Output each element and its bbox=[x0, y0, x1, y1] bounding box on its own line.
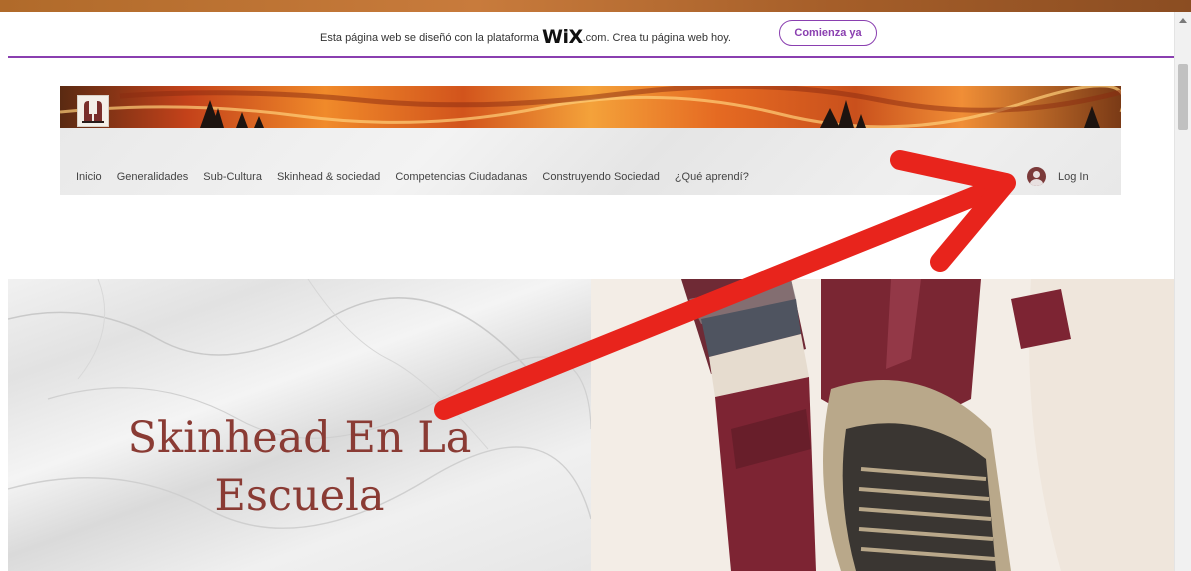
main-nav: Inicio Generalidades Sub-Cultura Skinhea… bbox=[76, 171, 749, 183]
wix-promo-text-before: Esta página web se diseñó con la platafo… bbox=[320, 32, 539, 44]
header-nav-background bbox=[60, 128, 1121, 195]
hero-boots-image bbox=[591, 279, 1174, 571]
wix-logo: WiX bbox=[541, 26, 583, 48]
nav-item-competencias-ciudadanas[interactable]: Competencias Ciudadanas bbox=[395, 171, 527, 183]
hero-title-line-2: Escuela bbox=[214, 471, 385, 521]
sunset-header-image bbox=[60, 86, 1121, 128]
wix-promo-text: Esta página web se diseñó con la platafo… bbox=[320, 26, 731, 48]
user-avatar-icon[interactable] bbox=[1027, 167, 1046, 186]
wix-promo-banner: Esta página web se diseñó con la platafo… bbox=[8, 12, 1174, 58]
browser-top-strip bbox=[0, 0, 1191, 12]
site-logo[interactable] bbox=[77, 95, 109, 127]
nav-item-sub-cultura[interactable]: Sub-Cultura bbox=[203, 171, 262, 183]
site-header: Inicio Generalidades Sub-Cultura Skinhea… bbox=[60, 86, 1121, 195]
nav-item-generalidades[interactable]: Generalidades bbox=[117, 171, 189, 183]
scroll-up-arrow-icon[interactable] bbox=[1179, 18, 1187, 23]
nav-item-que-aprendi[interactable]: ¿Qué aprendí? bbox=[675, 171, 749, 183]
hero-title-line-1: Skinhead En La bbox=[127, 413, 472, 463]
nav-item-construyendo-sociedad[interactable]: Construyendo Sociedad bbox=[542, 171, 659, 183]
wix-promo-text-after: .com. Crea tu página web hoy. bbox=[582, 32, 731, 44]
scrollbar-thumb[interactable] bbox=[1178, 64, 1188, 130]
nav-item-skinhead-sociedad[interactable]: Skinhead & sociedad bbox=[277, 171, 380, 183]
hero-title: Skinhead En La Escuela bbox=[8, 409, 591, 525]
vertical-scrollbar[interactable] bbox=[1174, 12, 1191, 571]
login-button[interactable]: Log In bbox=[1027, 167, 1089, 186]
login-label[interactable]: Log In bbox=[1058, 171, 1089, 183]
comienza-ya-button[interactable]: Comienza ya bbox=[779, 20, 877, 46]
nav-item-inicio[interactable]: Inicio bbox=[76, 171, 102, 183]
hero-marble-panel: Skinhead En La Escuela bbox=[8, 279, 591, 571]
